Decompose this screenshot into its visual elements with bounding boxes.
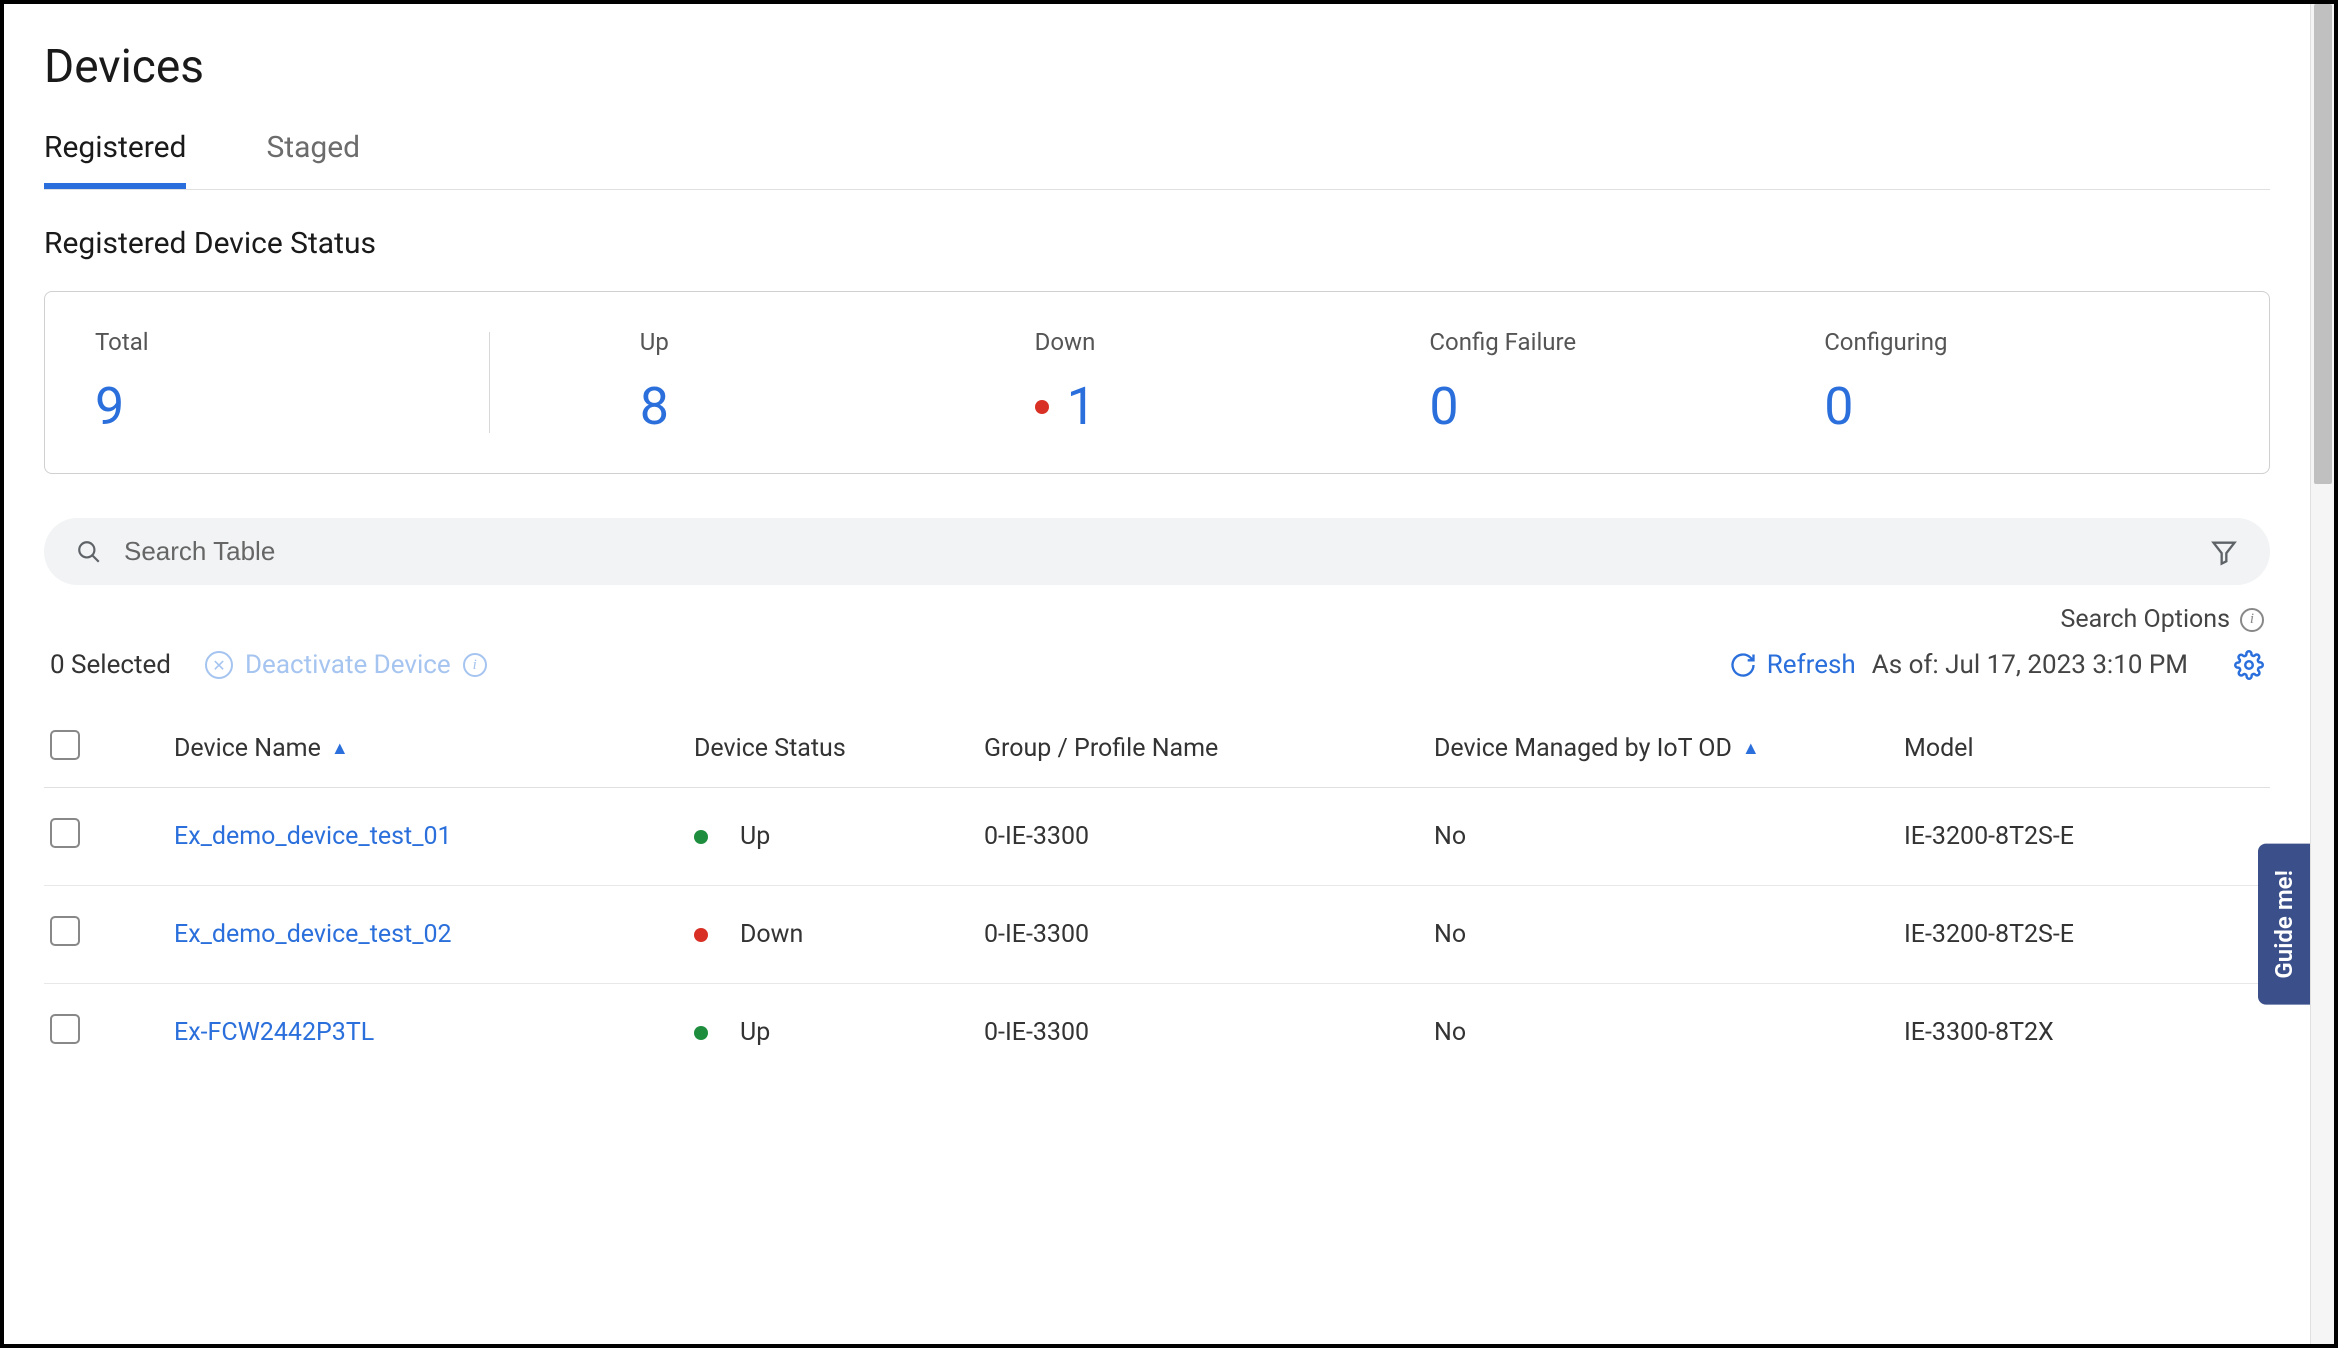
status-down-label: Down (1035, 328, 1430, 356)
dot-red-icon (1035, 400, 1049, 414)
status-configuring[interactable]: Configuring 0 (1824, 328, 2219, 437)
refresh-icon (1729, 651, 1757, 679)
row-checkbox[interactable] (50, 1014, 80, 1044)
info-icon[interactable]: i (2240, 608, 2264, 632)
status-config-failure-value: 0 (1429, 376, 1824, 437)
deactivate-device-button[interactable]: ✕ Deactivate Device i (205, 650, 487, 680)
status-down-number: 1 (1067, 376, 1096, 437)
header-managed-label: Device Managed by IoT OD (1434, 734, 1732, 763)
status-down-value: 1 (1035, 376, 1430, 437)
tab-registered[interactable]: Registered (44, 130, 186, 189)
status-up-label: Up (640, 328, 1035, 356)
gear-icon[interactable] (2234, 650, 2264, 680)
search-input[interactable] (124, 536, 2188, 567)
row-checkbox[interactable] (50, 916, 80, 946)
status-up[interactable]: Up 8 (490, 328, 1035, 437)
scrollbar[interactable] (2310, 4, 2334, 1344)
status-card: Total 9 Up 8 Down 1 Config Failure 0 Con… (44, 291, 2270, 474)
device-status: Down (740, 920, 803, 949)
device-group: 0-IE-3300 (984, 1018, 1434, 1047)
device-name-link[interactable]: Ex_demo_device_test_02 (174, 920, 452, 949)
tab-staged[interactable]: Staged (266, 130, 360, 189)
select-all-checkbox[interactable] (50, 730, 80, 760)
status-config-failure-label: Config Failure (1429, 328, 1824, 356)
status-down[interactable]: Down 1 (1035, 328, 1430, 437)
tabs: Registered Staged (44, 130, 2270, 190)
status-configuring-value: 0 (1824, 376, 2219, 437)
refresh-button[interactable]: Refresh (1729, 650, 1856, 680)
device-model: IE-3300-8T2X (1904, 1018, 2270, 1047)
status-dot-icon (694, 1026, 708, 1040)
device-status: Up (740, 822, 770, 851)
device-managed: No (1434, 1018, 1904, 1047)
filter-icon[interactable] (2210, 538, 2238, 566)
search-options-label: Search Options (2061, 605, 2230, 634)
device-status: Up (740, 1018, 770, 1047)
asof-label: As of: Jul 17, 2023 3:10 PM (1872, 650, 2188, 680)
status-total-value: 9 (95, 376, 490, 437)
guide-me-button[interactable]: Guide me! (2258, 844, 2310, 1005)
header-name-label: Device Name (174, 734, 321, 763)
status-total[interactable]: Total 9 (95, 328, 490, 437)
device-managed: No (1434, 920, 1904, 949)
scrollbar-thumb[interactable] (2314, 4, 2332, 484)
header-device-name[interactable]: Device Name ▲ (174, 734, 694, 763)
device-group: 0-IE-3300 (984, 822, 1434, 851)
selected-count: 0 Selected (50, 650, 171, 680)
toolbar: 0 Selected ✕ Deactivate Device i Refresh… (44, 650, 2270, 680)
header-managed[interactable]: Device Managed by IoT OD ▲ (1434, 734, 1904, 763)
search-icon (76, 539, 102, 565)
header-group[interactable]: Group / Profile Name (984, 734, 1434, 763)
device-model: IE-3200-8T2S-E (1904, 822, 2270, 851)
header-model[interactable]: Model (1904, 734, 2270, 763)
status-dot-icon (694, 830, 708, 844)
page-title: Devices (44, 40, 2270, 94)
search-bar (44, 518, 2270, 585)
info-icon[interactable]: i (463, 653, 487, 677)
row-checkbox[interactable] (50, 818, 80, 848)
device-name-link[interactable]: Ex-FCW2442P3TL (174, 1018, 374, 1047)
deactivate-label: Deactivate Device (245, 650, 451, 680)
circle-x-icon: ✕ (205, 651, 233, 679)
status-config-failure[interactable]: Config Failure 0 (1429, 328, 1824, 437)
table-row: Ex_demo_device_test_01 Up 0-IE-3300 No I… (44, 788, 2270, 886)
device-model: IE-3200-8T2S-E (1904, 920, 2270, 949)
table-row: Ex_demo_device_test_02 Down 0-IE-3300 No… (44, 886, 2270, 984)
device-name-link[interactable]: Ex_demo_device_test_01 (174, 822, 452, 851)
device-managed: No (1434, 822, 1904, 851)
section-title: Registered Device Status (44, 226, 2270, 261)
status-total-label: Total (95, 328, 490, 356)
device-table: Device Name ▲ Device Status Group / Prof… (44, 710, 2270, 1081)
refresh-label: Refresh (1767, 650, 1856, 680)
status-dot-icon (694, 928, 708, 942)
header-device-status[interactable]: Device Status (694, 734, 984, 763)
status-configuring-label: Configuring (1824, 328, 2219, 356)
sort-asc-icon: ▲ (1742, 738, 1760, 759)
search-options[interactable]: Search Options i (44, 605, 2270, 634)
status-up-value: 8 (640, 376, 1035, 437)
table-header: Device Name ▲ Device Status Group / Prof… (44, 710, 2270, 788)
table-row: Ex-FCW2442P3TL Up 0-IE-3300 No IE-3300-8… (44, 984, 2270, 1081)
sort-asc-icon: ▲ (331, 738, 349, 759)
device-group: 0-IE-3300 (984, 920, 1434, 949)
